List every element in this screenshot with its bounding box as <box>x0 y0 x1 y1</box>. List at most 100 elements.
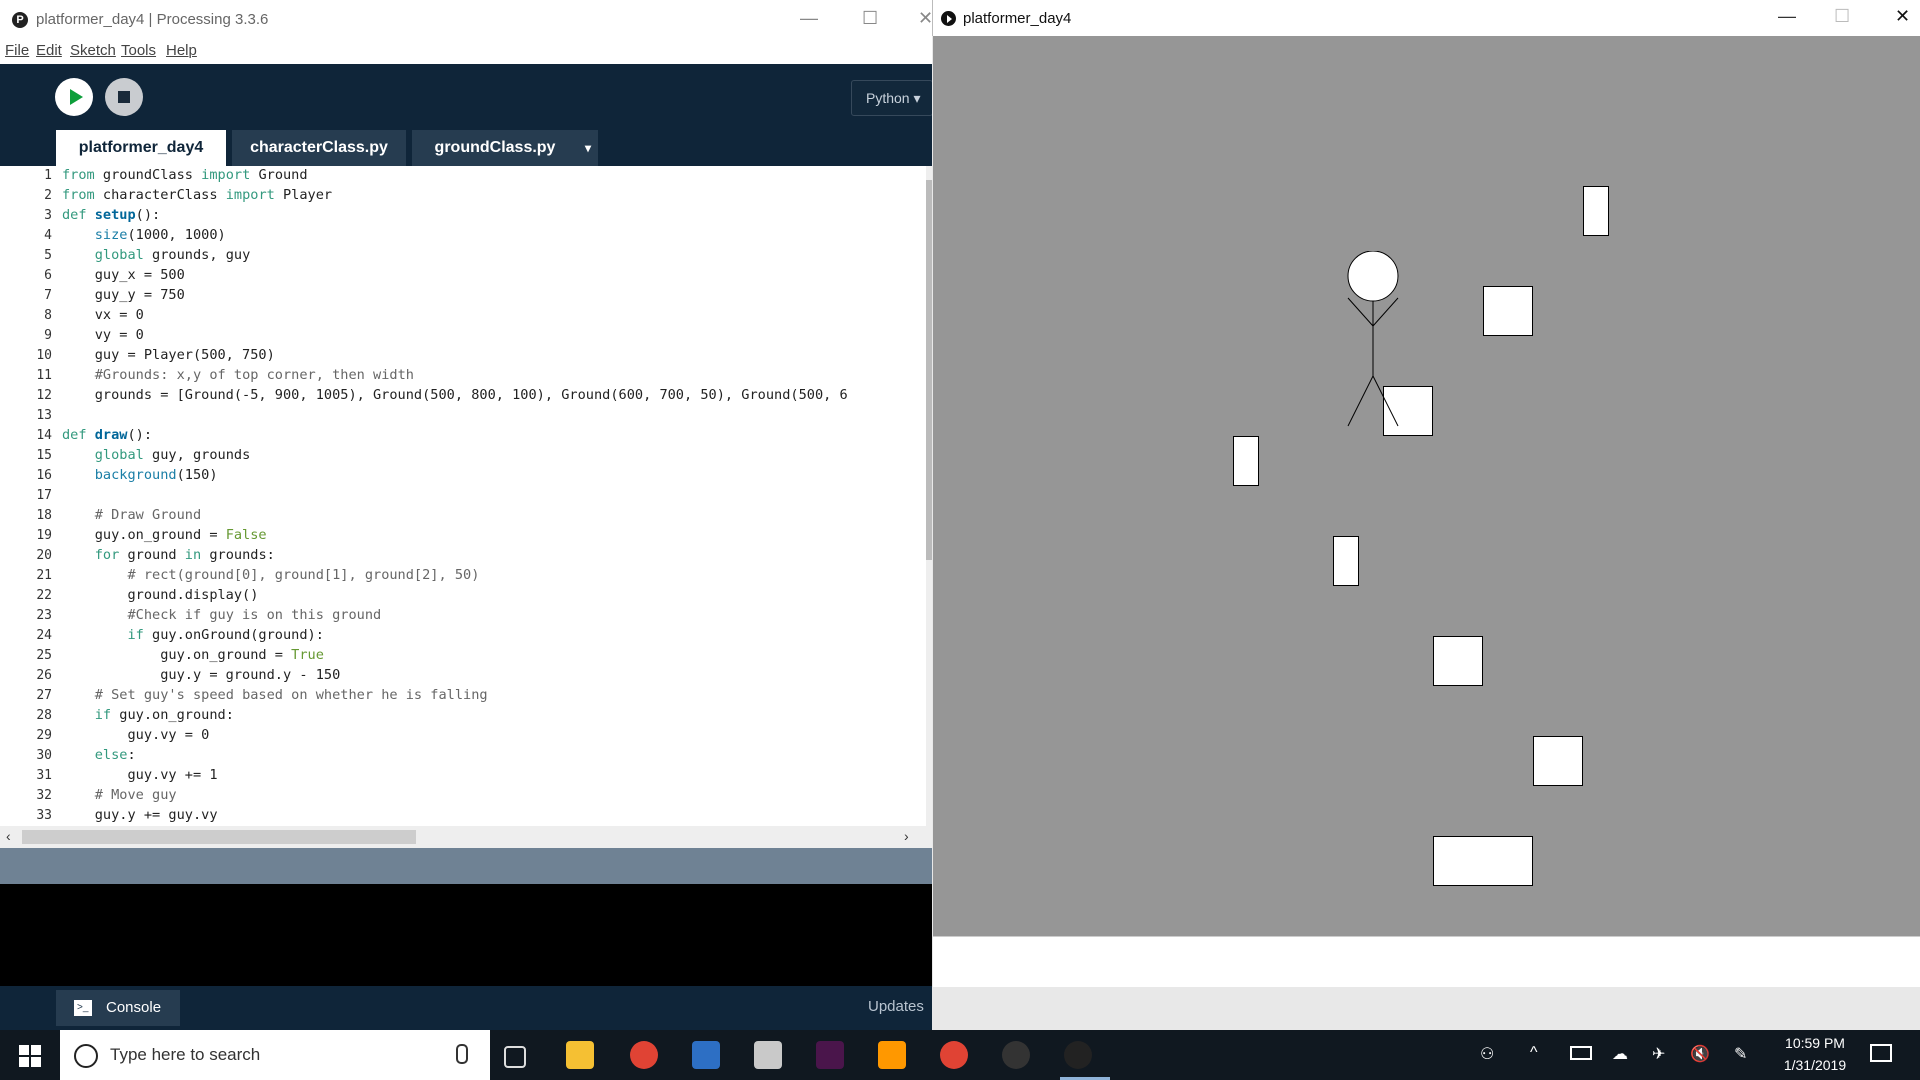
tab-groundclass[interactable]: groundClass.py <box>412 130 578 166</box>
chevron-up-icon[interactable]: ^ <box>1530 1044 1538 1062</box>
sketch-close-icon[interactable]: ✕ <box>1895 6 1910 27</box>
line-number: 32 <box>36 788 52 803</box>
code-line[interactable]: guy.on_ground = False <box>62 527 267 543</box>
tab-characterclass[interactable]: characterClass.py <box>232 130 406 166</box>
scroll-right-icon[interactable]: › <box>904 828 909 844</box>
code-line[interactable]: guy.y = ground.y - 150 <box>62 667 340 683</box>
people-icon[interactable]: ⚇ <box>1480 1044 1494 1064</box>
ide-titlebar: P platformer_day4 | Processing 3.3.6 — ☐… <box>0 0 933 40</box>
run-button[interactable] <box>55 78 93 116</box>
sketch-minimize-icon[interactable]: — <box>1778 6 1796 27</box>
start-button[interactable] <box>0 1030 60 1080</box>
code-line[interactable]: # Move guy <box>62 787 177 803</box>
chrome-icon[interactable] <box>940 1041 968 1069</box>
clock-time[interactable]: 10:59 PM <box>1760 1035 1870 1051</box>
tab-menu-button[interactable]: ▾ <box>578 130 598 166</box>
powershell-icon[interactable] <box>692 1041 720 1069</box>
stop-button[interactable] <box>105 78 143 116</box>
code-line[interactable]: guy.y += guy.vy <box>62 807 218 823</box>
code-line[interactable]: ground.display() <box>62 587 258 603</box>
processing-taskbar-icon[interactable] <box>1002 1041 1030 1069</box>
console-output[interactable] <box>0 884 932 986</box>
code-line[interactable]: #Grounds: x,y of top corner, then width <box>62 367 414 383</box>
line-number: 10 <box>36 348 52 363</box>
search-icon <box>74 1044 98 1068</box>
battery-icon[interactable] <box>1570 1046 1592 1060</box>
code-line[interactable]: if guy.onGround(ground): <box>62 627 323 643</box>
sketch-canvas[interactable] <box>933 36 1920 936</box>
line-number: 11 <box>36 368 52 383</box>
code-line[interactable]: # rect(ground[0], ground[1], ground[2], … <box>62 567 479 583</box>
code-line[interactable]: def draw(): <box>62 427 152 443</box>
code-line[interactable]: else: <box>62 747 136 763</box>
code-line[interactable]: grounds = [Ground(-5, 900, 1005), Ground… <box>62 387 848 403</box>
code-line[interactable]: from characterClass import Player <box>62 187 332 203</box>
code-line[interactable]: if guy.on_ground: <box>62 707 234 723</box>
code-line[interactable]: from groundClass import Ground <box>62 167 308 183</box>
code-line[interactable]: #Check if guy is on this ground <box>62 607 381 623</box>
ide-window-title: platformer_day4 | Processing 3.3.6 <box>36 11 269 28</box>
mic-icon[interactable] <box>456 1044 468 1064</box>
line-number: 23 <box>36 608 52 623</box>
ground-platform <box>1333 536 1359 586</box>
line-number: 26 <box>36 668 52 683</box>
code-line[interactable]: guy.vy = 0 <box>62 727 209 743</box>
menu-edit[interactable]: Edit <box>36 42 62 59</box>
code-line[interactable]: def setup(): <box>62 207 160 223</box>
taskbar-search[interactable]: Type here to search <box>60 1030 490 1080</box>
run-icon <box>70 89 83 105</box>
code-line[interactable]: guy_x = 500 <box>62 267 185 283</box>
line-number: 3 <box>44 208 52 223</box>
menu-bar: File Edit Sketch Tools Help <box>0 40 932 65</box>
code-line[interactable]: global guy, grounds <box>62 447 251 463</box>
code-line[interactable]: guy = Player(500, 750) <box>62 347 275 363</box>
line-number: 16 <box>36 468 52 483</box>
pen-icon[interactable]: ✎ <box>1734 1044 1747 1064</box>
sketch-maximize-icon[interactable]: ☐ <box>1834 6 1850 27</box>
slack-icon[interactable] <box>816 1041 844 1069</box>
sublime-icon[interactable] <box>878 1041 906 1069</box>
line-number: 31 <box>36 768 52 783</box>
file-explorer-icon[interactable] <box>566 1041 594 1069</box>
tab-platformer-day4[interactable]: platformer_day4 <box>56 130 226 166</box>
cloud-icon[interactable]: ☁ <box>1612 1044 1628 1064</box>
code-line[interactable]: global grounds, guy <box>62 247 251 263</box>
code-line[interactable]: background(150) <box>62 467 218 483</box>
menu-tools[interactable]: Tools <box>121 42 156 59</box>
code-line[interactable]: vy = 0 <box>62 327 144 343</box>
volume-muted-icon[interactable]: 🔇 <box>1690 1044 1710 1064</box>
ground-platform <box>1433 836 1533 886</box>
code-line[interactable]: # Set guy's speed based on whether he is… <box>62 687 488 703</box>
processing-icon: P <box>12 12 28 28</box>
menu-help[interactable]: Help <box>166 42 197 59</box>
line-number: 19 <box>36 528 52 543</box>
menu-file[interactable]: File <box>5 42 29 59</box>
clock-date[interactable]: 1/31/2019 <box>1760 1057 1870 1073</box>
code-line[interactable]: guy_y = 750 <box>62 287 185 303</box>
action-center-icon[interactable] <box>1870 1044 1892 1062</box>
line-number: 25 <box>36 648 52 663</box>
app-icon[interactable] <box>754 1041 782 1069</box>
updates-label[interactable]: Updates <box>868 998 924 1015</box>
code-line[interactable]: # Draw Ground <box>62 507 201 523</box>
code-line[interactable]: size(1000, 1000) <box>62 227 226 243</box>
close-icon[interactable]: ✕ <box>918 8 933 29</box>
minimize-icon[interactable]: — <box>800 8 818 29</box>
menu-sketch[interactable]: Sketch <box>70 42 116 59</box>
line-number: 33 <box>36 808 52 823</box>
code-line[interactable]: vx = 0 <box>62 307 144 323</box>
sketch-taskbar-icon[interactable] <box>1064 1041 1092 1069</box>
code-line[interactable]: guy.on_ground = True <box>62 647 324 663</box>
network-icon[interactable]: ✈ <box>1652 1044 1665 1064</box>
player-stick-figure <box>1347 251 1399 427</box>
task-view-icon[interactable] <box>504 1046 526 1068</box>
code-line[interactable]: guy.vy += 1 <box>62 767 217 783</box>
mode-selector[interactable]: Python ▾ <box>851 80 933 116</box>
console-tab[interactable]: >_ Console <box>56 990 180 1026</box>
horizontal-scroll-thumb[interactable] <box>22 830 416 844</box>
chrome-icon[interactable] <box>630 1041 658 1069</box>
scroll-left-icon[interactable]: ‹ <box>6 828 11 844</box>
maximize-icon[interactable]: ☐ <box>862 8 878 29</box>
code-line[interactable]: for ground in grounds: <box>62 547 275 563</box>
ground-platform <box>1233 436 1259 486</box>
